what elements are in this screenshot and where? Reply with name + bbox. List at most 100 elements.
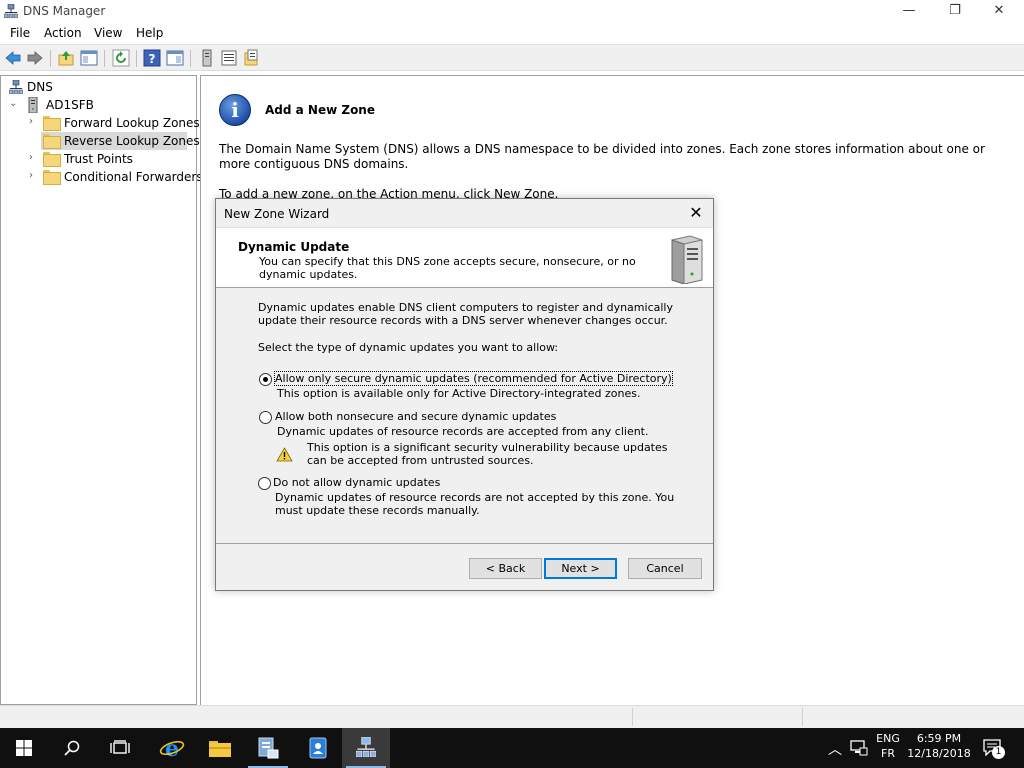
start-button[interactable] — [0, 728, 48, 768]
body-description: Dynamic updates enable DNS client comput… — [258, 301, 673, 327]
minimize-button[interactable]: — — [886, 0, 932, 23]
keyboard-layout-code: FR — [881, 747, 895, 760]
help-icon[interactable]: ? — [143, 49, 161, 67]
chevron-right-icon[interactable]: › — [29, 116, 39, 128]
search-button[interactable] — [48, 728, 96, 768]
radio-secure-only[interactable] — [259, 373, 272, 386]
dns-icon — [9, 80, 23, 94]
clock[interactable]: 6:59 PM 12/18/2018 — [906, 732, 972, 760]
ad-users-button[interactable] — [294, 728, 342, 768]
clock-time: 6:59 PM — [916, 732, 962, 745]
language-code: ENG — [876, 732, 900, 745]
option-label-nonsecure-and-secure[interactable]: Allow both nonsecure and secure dynamic … — [275, 410, 556, 423]
status-segment — [802, 708, 1002, 726]
warning-icon — [276, 447, 293, 462]
dns-manager-icon — [4, 4, 18, 18]
properties-icon[interactable] — [242, 49, 260, 67]
menu-action[interactable]: Action — [44, 26, 82, 40]
dns-manager-taskbar-button[interactable] — [342, 728, 390, 768]
dialog-separator — [216, 543, 713, 544]
svg-text:?: ? — [149, 52, 156, 66]
status-segment — [632, 708, 802, 726]
toolbar: ? — [0, 44, 1024, 71]
result-pane-description: The Domain Name System (DNS) allows a DN… — [219, 142, 985, 171]
console-tree: DNS ⌄ AD1SFB › Forward Lookup Zones Reve… — [0, 75, 203, 705]
tree-label: Conditional Forwarders — [64, 170, 203, 184]
wizard-step-title: Dynamic Update — [238, 240, 350, 254]
search-icon — [64, 740, 80, 756]
windows-logo-icon — [16, 740, 32, 756]
file-explorer-button[interactable] — [196, 728, 244, 768]
close-button[interactable]: ✕ — [976, 0, 1022, 23]
wizard-header: Dynamic Update You can specify that this… — [216, 227, 713, 288]
tree-item-forward-lookup-zones[interactable]: › Forward Lookup Zones — [1, 114, 200, 132]
tree-label-dns: DNS — [27, 80, 53, 94]
tree-label: Trust Points — [64, 152, 133, 166]
up-folder-icon[interactable] — [57, 49, 75, 67]
next-button[interactable]: Next > — [544, 558, 617, 579]
tray-overflow-chevron-up-icon[interactable]: ︿ — [826, 739, 844, 759]
file-explorer-icon — [209, 741, 231, 757]
action-center-button[interactable]: 1 — [982, 738, 1006, 760]
new-zone-wizard-dialog: New Zone Wizard ✕ Dynamic Update You can… — [215, 198, 714, 591]
server-manager-icon — [258, 737, 279, 759]
minimize-icon: — — [902, 3, 916, 18]
result-pane-title: Add a New Zone — [265, 103, 375, 117]
menu-help[interactable]: Help — [136, 26, 163, 40]
dialog-close-button[interactable]: ✕ — [685, 203, 707, 225]
server-manager-button[interactable] — [244, 728, 292, 768]
tree-item-dns[interactable]: DNS — [1, 78, 196, 96]
menu-bar: File Action View Help — [0, 23, 1024, 44]
folder-icon — [43, 170, 61, 185]
menu-view[interactable]: View — [94, 26, 122, 40]
tree-item-reverse-lookup-zones[interactable]: Reverse Lookup Zones — [41, 132, 200, 150]
dialog-title: New Zone Wizard — [224, 207, 330, 221]
option-label-no-dynamic-updates[interactable]: Do not allow dynamic updates — [273, 476, 440, 489]
chevron-right-icon[interactable]: › — [29, 170, 39, 182]
list-view-icon[interactable] — [220, 49, 238, 67]
radio-nonsecure-and-secure[interactable] — [259, 411, 272, 424]
toolbar-separator — [50, 50, 51, 67]
folder-icon — [43, 134, 61, 149]
server-list-icon[interactable] — [198, 49, 216, 67]
chevron-right-icon[interactable]: › — [29, 152, 39, 164]
task-view-icon — [110, 740, 130, 754]
wizard-body: Dynamic updates enable DNS client comput… — [216, 289, 713, 541]
task-view-button[interactable] — [96, 728, 144, 768]
status-bar — [0, 705, 1024, 728]
tree-item-trust-points[interactable]: › Trust Points — [1, 150, 196, 168]
close-icon: ✕ — [993, 3, 1005, 18]
forward-arrow-icon[interactable] — [26, 49, 44, 67]
restore-icon: ❐ — [949, 3, 961, 18]
restore-button[interactable]: ❐ — [932, 0, 978, 23]
tree-item-server[interactable]: ⌄ AD1SFB — [1, 96, 196, 114]
option-desc-no-dynamic-updates: Dynamic updates of resource records are … — [275, 491, 675, 517]
option-label-secure-only[interactable]: Allow only secure dynamic updates (recom… — [274, 371, 673, 386]
folder-icon — [43, 116, 61, 131]
chevron-down-icon[interactable]: ⌄ — [9, 98, 19, 110]
option-desc-nonsecure-and-secure: Dynamic updates of resource records are … — [277, 425, 649, 438]
cancel-button[interactable]: Cancel — [628, 558, 702, 579]
menu-file[interactable]: File — [10, 26, 30, 40]
notification-count-badge: 1 — [992, 746, 1005, 759]
refresh-icon[interactable] — [112, 49, 130, 67]
tree-label: Forward Lookup Zones — [64, 116, 200, 130]
toolbar-separator — [136, 50, 137, 67]
internet-explorer-button[interactable]: e — [148, 728, 196, 768]
back-arrow-icon[interactable] — [4, 49, 22, 67]
wizard-step-subtitle: You can specify that this DNS zone accep… — [259, 255, 636, 281]
tree-item-conditional-forwarders[interactable]: › Conditional Forwarders — [1, 168, 203, 186]
radio-no-dynamic-updates[interactable] — [258, 477, 271, 490]
folder-icon — [43, 152, 61, 167]
back-button[interactable]: < Back — [469, 558, 542, 579]
show-action-pane-icon[interactable] — [166, 49, 184, 67]
option-desc-secure-only: This option is available only for Active… — [277, 387, 641, 400]
window-title: DNS Manager — [23, 4, 106, 18]
show-hide-tree-icon[interactable] — [80, 49, 98, 67]
dns-manager-icon — [356, 737, 376, 757]
tree-label-server: AD1SFB — [46, 98, 94, 112]
toolbar-separator — [104, 50, 105, 67]
network-icon[interactable] — [850, 740, 868, 756]
language-indicator[interactable]: ENG FR — [874, 732, 902, 760]
title-bar: DNS Manager — ❐ ✕ — [0, 0, 1024, 23]
